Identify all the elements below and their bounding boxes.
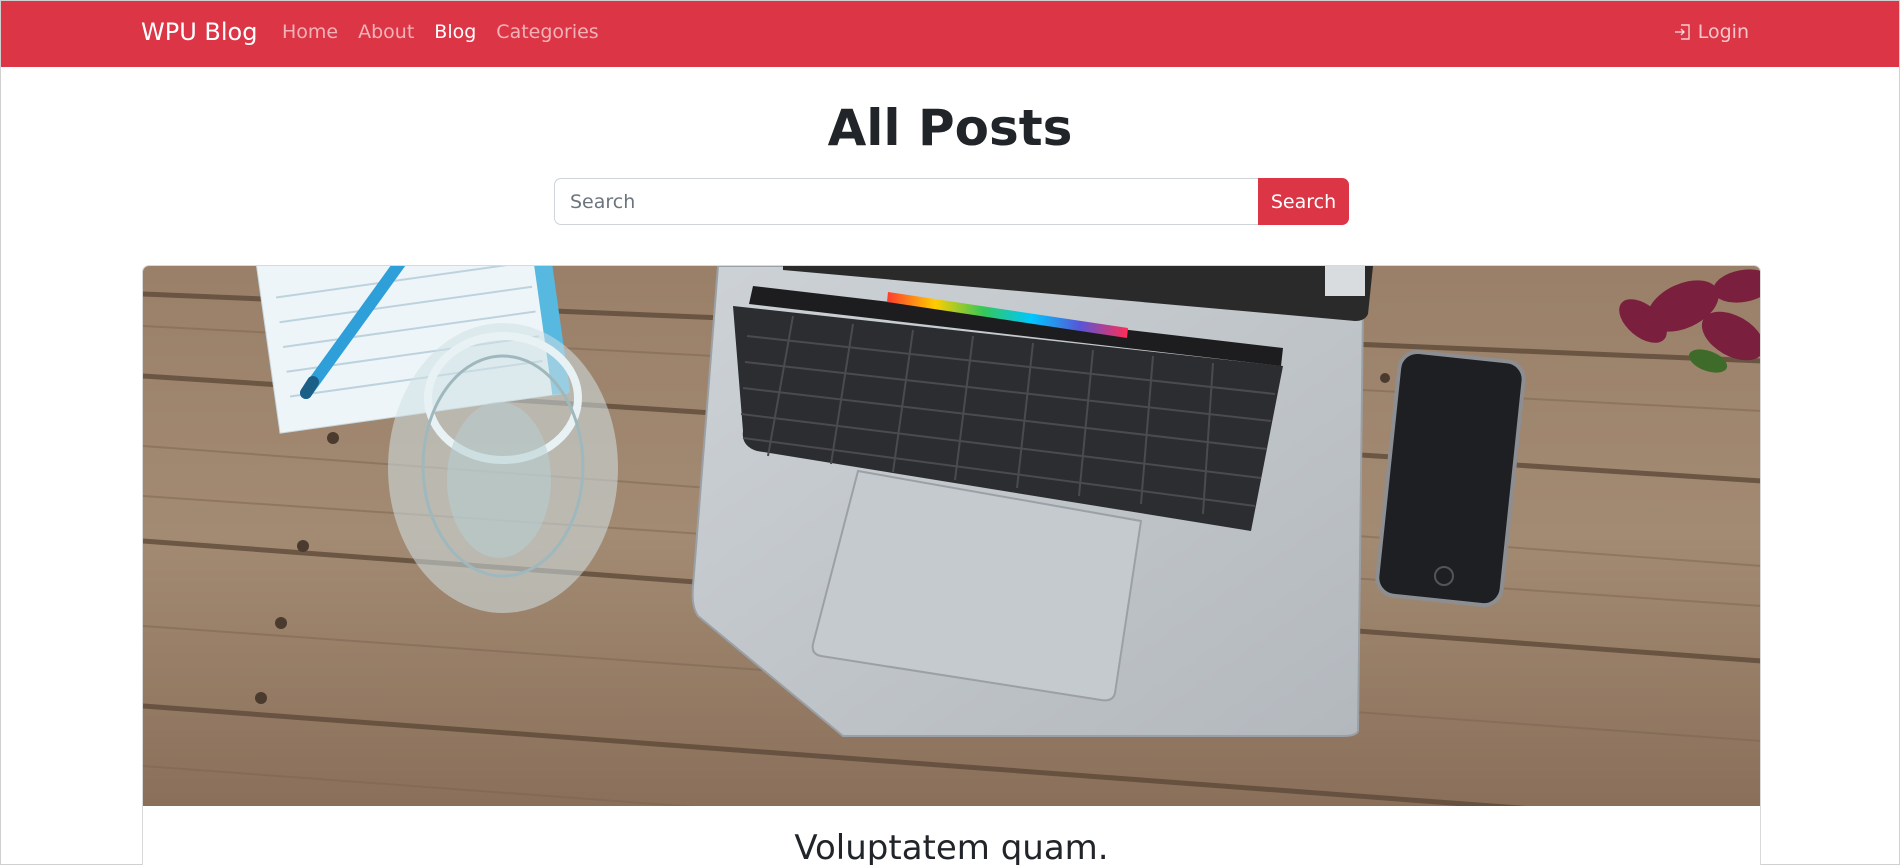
search-input[interactable] [554, 178, 1258, 225]
nav-link-home[interactable]: Home [282, 21, 338, 43]
page-title: All Posts [827, 99, 1073, 157]
search-form: Search [554, 178, 1349, 225]
nav-links: Home About Blog Categories [282, 21, 599, 43]
hero-post-card[interactable]: Voluptatem quam. [142, 265, 1761, 865]
login-icon [1674, 24, 1690, 40]
nav-link-about[interactable]: About [358, 21, 414, 43]
login-link[interactable]: Login [1673, 21, 1749, 43]
nav-link-categories[interactable]: Categories [496, 21, 598, 43]
login-label: Login [1697, 21, 1749, 43]
hero-post-title[interactable]: Voluptatem quam. [143, 828, 1760, 865]
nav-link-blog[interactable]: Blog [434, 21, 476, 43]
brand-link[interactable]: WPU Blog [141, 18, 257, 46]
navbar: WPU Blog Home About Blog Categories Logi… [1, 1, 1899, 67]
hero-post-image[interactable] [143, 266, 1761, 806]
search-button[interactable]: Search [1258, 178, 1349, 225]
